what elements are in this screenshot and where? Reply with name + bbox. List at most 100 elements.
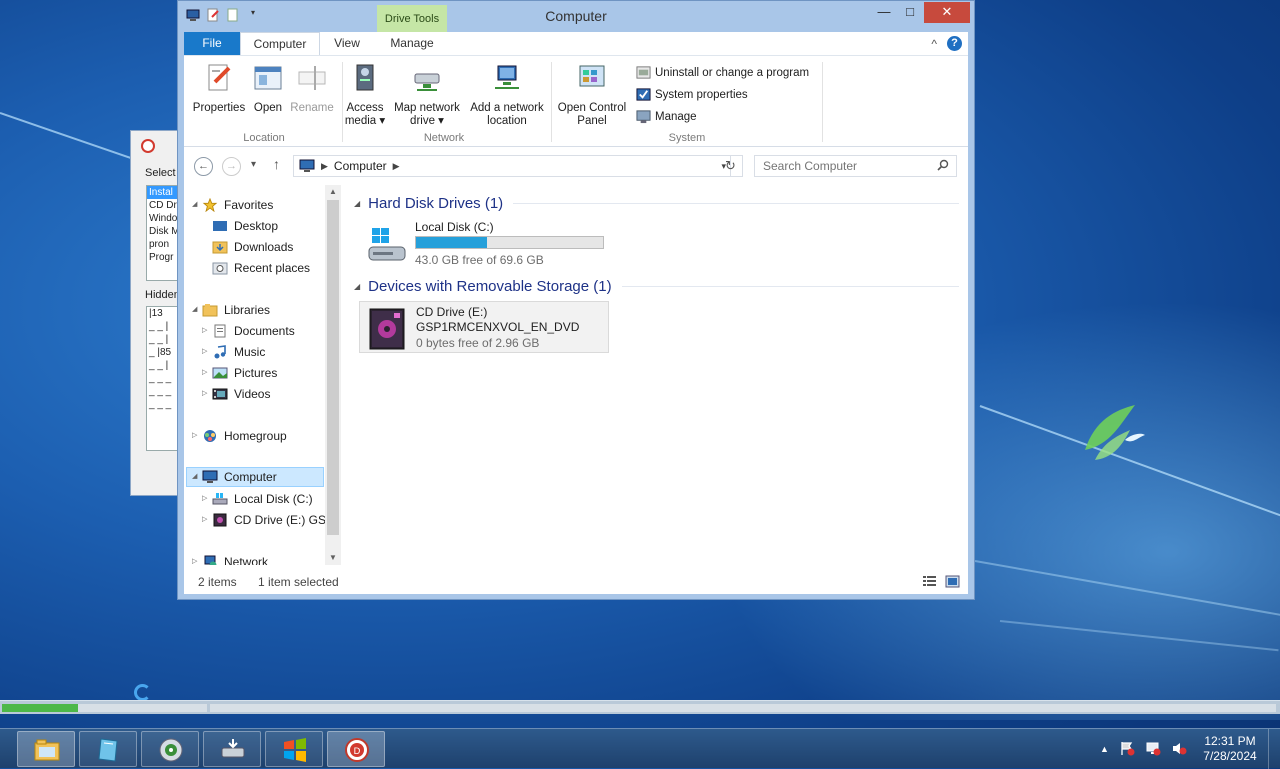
tree-item-libraries[interactable]: ◢ Libraries — [192, 300, 270, 320]
action-center-flag-icon[interactable] — [1119, 741, 1135, 756]
add-network-location-button[interactable]: Add a network location — [467, 62, 547, 128]
drive-item-cd-drive[interactable]: CD Drive (E:) GSP1RMCENXVOL_EN_DVD 0 byt… — [359, 301, 609, 353]
tree-item-desktop[interactable]: Desktop — [212, 216, 278, 236]
help-icon[interactable]: ? — [947, 36, 962, 51]
maximize-button[interactable]: □ — [897, 2, 923, 23]
group-header-hard-disk-drives[interactable]: ◢ Hard Disk Drives (1) — [354, 195, 959, 212]
search-box[interactable] — [754, 155, 957, 177]
details-view-icon[interactable] — [922, 575, 937, 588]
taskbar-windows-button[interactable] — [265, 731, 323, 767]
address-bar[interactable]: ▶ Computer ▶ ▾ — [293, 155, 731, 177]
explorer-body: ← → ▾ ↑ ▶ Computer ▶ ▾ ↻ ◢ Favorites — [184, 147, 968, 594]
drive-free-space: 0 bytes free of 2.96 GB — [416, 336, 540, 350]
search-icon[interactable] — [937, 159, 949, 171]
collapse-ribbon-icon[interactable]: ^ — [931, 37, 937, 51]
title-bar[interactable]: ▾ Drive Tools Computer — □ ✕ — [178, 1, 974, 32]
tree-item-pictures[interactable]: ▷ Pictures — [202, 363, 277, 383]
tree-item-network[interactable]: ▷ Network — [192, 552, 268, 565]
taskbar-explorer-button[interactable] — [17, 731, 75, 767]
show-hidden-icons-arrow-icon[interactable]: ▲ — [1100, 744, 1109, 754]
collapsed-triangle-icon[interactable]: ▷ — [202, 342, 212, 362]
properties-label: Properties — [192, 102, 246, 114]
tree-item-cd-drive[interactable]: ▷ CD Drive (E:) GSP — [202, 510, 334, 530]
ribbon-right-controls: ^ ? — [931, 36, 962, 51]
collapsed-triangle-icon[interactable]: ▷ — [202, 489, 212, 509]
collapsed-triangle-icon[interactable]: ▷ — [202, 510, 212, 530]
group-header-removable-storage[interactable]: ◢ Devices with Removable Storage (1) — [354, 278, 959, 295]
expanded-triangle-icon[interactable]: ◢ — [354, 282, 360, 291]
tree-item-favorites[interactable]: ◢ Favorites — [192, 195, 273, 215]
hidden-label: Hidden — [145, 289, 180, 301]
taskbar-notepad-button[interactable] — [79, 731, 137, 767]
map-network-drive-button[interactable]: Map network drive ▾ — [391, 62, 463, 128]
taskbar-setup-app-button[interactable]: D — [327, 731, 385, 767]
uninstall-program-icon — [636, 66, 651, 79]
manage-button[interactable]: Manage — [636, 109, 697, 124]
tab-file[interactable]: File — [184, 32, 240, 55]
tree-item-homegroup[interactable]: ▷ Homegroup — [192, 426, 287, 446]
tab-computer[interactable]: Computer — [240, 32, 320, 55]
tree-item-local-disk[interactable]: ▷ Local Disk (C:) — [202, 489, 313, 509]
tree-item-downloads[interactable]: Downloads — [212, 237, 293, 257]
tree-item-computer[interactable]: ◢ Computer — [186, 467, 324, 487]
tree-item-videos[interactable]: ▷ Videos — [202, 384, 270, 404]
network-status-icon[interactable] — [1145, 741, 1161, 756]
tree-label: Computer — [224, 470, 277, 484]
taskbar-drive-tool-button[interactable] — [203, 731, 261, 767]
tree-item-recent-places[interactable]: Recent places — [212, 258, 310, 278]
access-media-button[interactable]: Access media ▾ — [344, 62, 386, 128]
large-icons-view-icon[interactable] — [945, 575, 960, 588]
windows-logo-icon — [284, 738, 306, 762]
tree-item-documents[interactable]: ▷ Documents — [202, 321, 295, 341]
volume-muted-icon[interactable] — [1171, 741, 1187, 756]
expanded-triangle-icon[interactable]: ◢ — [354, 199, 360, 208]
system-properties-button[interactable]: System properties — [636, 87, 748, 102]
collapsed-triangle-icon[interactable]: ▷ — [192, 426, 202, 446]
clock[interactable]: 12:31 PM 7/28/2024 — [1200, 734, 1260, 764]
close-button[interactable]: ✕ — [924, 2, 970, 23]
taskbar-media-player-button[interactable] — [141, 731, 199, 767]
breadcrumb-separator-icon[interactable]: ▶ — [393, 161, 400, 172]
collapsed-triangle-icon[interactable]: ▷ — [202, 384, 212, 404]
network-drive-icon — [414, 73, 440, 91]
recent-locations-chevron-icon[interactable]: ▾ — [251, 159, 256, 170]
cd-drive-icon — [213, 513, 227, 527]
group-label-location: Location — [243, 132, 285, 144]
properties-button[interactable]: Properties — [189, 62, 249, 115]
tab-manage[interactable]: Manage — [377, 32, 447, 55]
navigation-bar: ← → ▾ ↑ ▶ Computer ▶ ▾ ↻ — [184, 147, 968, 185]
up-arrow-icon[interactable]: ↑ — [273, 156, 280, 172]
expanded-triangle-icon[interactable]: ◢ — [192, 467, 202, 487]
scroll-down-icon[interactable]: ▼ — [325, 551, 341, 565]
show-desktop-button[interactable] — [1268, 729, 1280, 769]
rename-button[interactable]: Rename — [288, 62, 336, 115]
system-properties-label: System properties — [655, 88, 748, 101]
drive-item-local-disk[interactable]: Local Disk (C:) 43.0 GB free of 69.6 GB — [359, 218, 609, 270]
collapsed-triangle-icon[interactable]: ▷ — [192, 552, 202, 565]
ribbon-tabs: File Computer View Manage ^ ? — [184, 32, 968, 55]
desktop-icon — [213, 221, 227, 231]
explorer-window: ▾ Drive Tools Computer — □ ✕ File Comput… — [177, 0, 975, 600]
navigation-scrollbar[interactable]: ▲ ▼ — [325, 185, 341, 565]
uninstall-program-button[interactable]: Uninstall or change a program — [636, 65, 809, 80]
minimize-button[interactable]: — — [871, 2, 897, 23]
open-button[interactable]: Open — [250, 62, 286, 115]
scrollbar-thumb[interactable] — [327, 200, 339, 535]
collapsed-triangle-icon[interactable]: ▷ — [202, 363, 212, 383]
breadcrumb-separator-icon[interactable]: ▶ — [321, 161, 328, 172]
group-label-network: Network — [423, 132, 465, 144]
forward-arrow-icon[interactable]: → — [222, 157, 241, 176]
expanded-triangle-icon[interactable]: ◢ — [192, 300, 202, 320]
breadcrumb-computer[interactable]: Computer — [334, 159, 387, 173]
clock-time: 12:31 PM — [1204, 734, 1256, 748]
tree-item-music[interactable]: ▷ Music — [202, 342, 265, 362]
open-control-panel-button[interactable]: Open Control Panel — [554, 62, 630, 128]
tab-view[interactable]: View — [320, 32, 374, 55]
group-label-system: System — [668, 132, 706, 144]
scroll-up-icon[interactable]: ▲ — [325, 185, 341, 199]
expanded-triangle-icon[interactable]: ◢ — [192, 195, 202, 215]
search-input[interactable] — [755, 156, 925, 176]
back-arrow-icon[interactable]: ← — [194, 157, 213, 176]
refresh-icon[interactable]: ↻ — [719, 155, 743, 177]
collapsed-triangle-icon[interactable]: ▷ — [202, 321, 212, 341]
